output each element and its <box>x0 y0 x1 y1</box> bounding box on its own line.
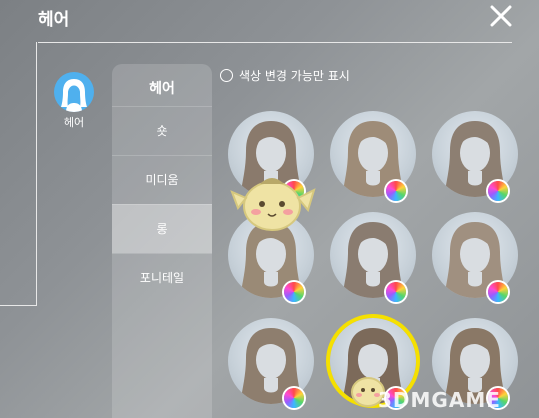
watermark-text: 3DMGAME <box>378 388 501 412</box>
subcategory-item-short[interactable]: 숏 <box>112 106 212 155</box>
color-change-icon[interactable] <box>386 181 406 201</box>
subcategory-title: 헤어 <box>149 81 175 97</box>
color-filter-label: 색상 변경 가능만 표시 <box>239 68 350 83</box>
page-title: 헤어 <box>38 10 70 30</box>
color-change-icon[interactable] <box>488 282 508 302</box>
sidebar-bottom-divider <box>0 305 37 306</box>
subcategory-item-ponytail[interactable]: 포니테일 <box>112 253 212 302</box>
close-icon <box>490 5 512 27</box>
subcategory-item-long[interactable]: 롱 <box>112 204 212 253</box>
close-button[interactable] <box>488 3 514 29</box>
header-divider <box>38 42 512 43</box>
sidebar-divider <box>36 42 37 306</box>
category-label: 헤어 <box>63 116 85 129</box>
mascot-sticker <box>230 178 316 231</box>
category-hair-button[interactable] <box>54 72 94 112</box>
hair-avatar-icon <box>61 79 87 112</box>
color-change-icon[interactable] <box>284 388 304 408</box>
subcategory-item-medium[interactable]: 미디움 <box>112 155 212 204</box>
color-change-icon[interactable] <box>488 181 508 201</box>
color-filter-toggle[interactable]: 색상 변경 가능만 표시 <box>220 66 350 84</box>
radio-button[interactable] <box>220 68 233 82</box>
color-change-icon[interactable] <box>284 282 304 302</box>
color-change-icon[interactable] <box>386 282 406 302</box>
